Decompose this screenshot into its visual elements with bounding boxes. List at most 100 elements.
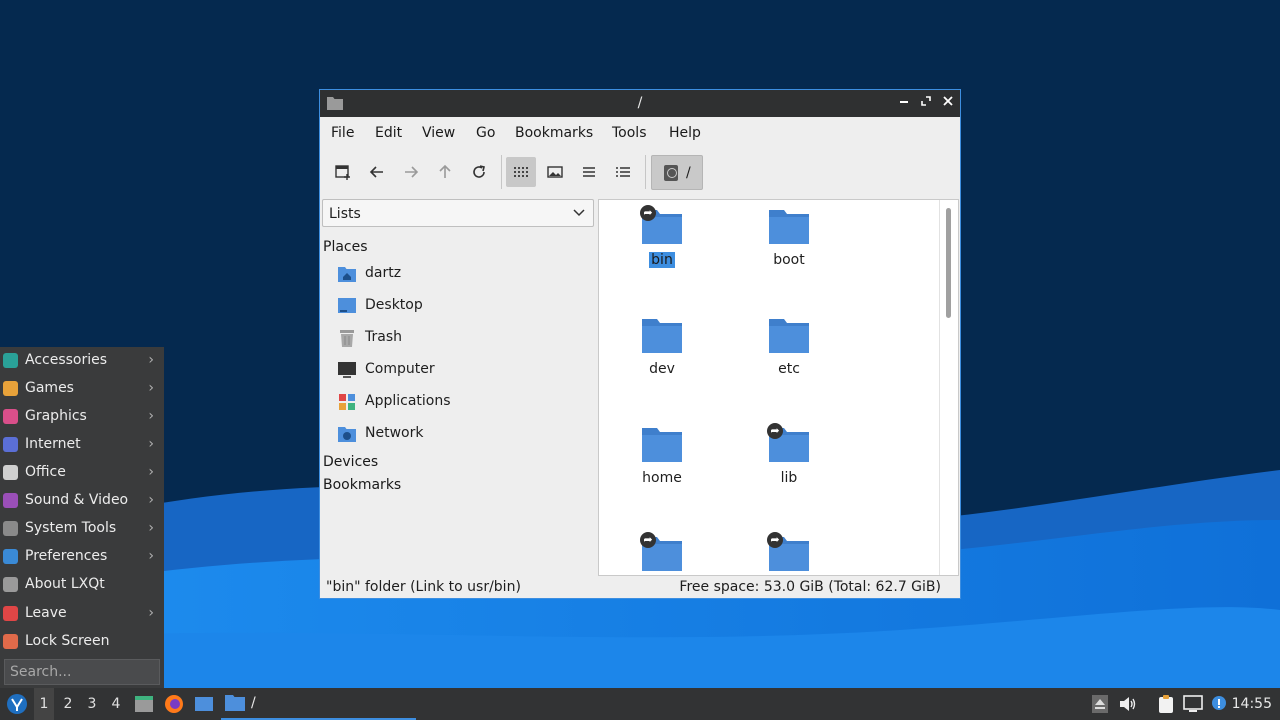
chevron-down-icon: [573, 209, 585, 217]
close-icon: [943, 96, 953, 106]
place-applications[interactable]: Applications: [336, 388, 594, 416]
file-item[interactable]: boot: [739, 200, 839, 290]
desktop-switch-4[interactable]: 4: [106, 688, 126, 720]
file-item[interactable]: dev: [612, 309, 712, 399]
menu-search-input[interactable]: [4, 659, 160, 685]
place-desktop[interactable]: Desktop: [336, 292, 594, 320]
start-menu-item-preferences[interactable]: Preferences ›: [0, 543, 164, 571]
file-name: lib: [780, 470, 798, 486]
bookmarks-header[interactable]: Bookmarks: [323, 477, 401, 493]
place-network[interactable]: Network: [336, 420, 594, 448]
start-menu-item-office[interactable]: Office ›: [0, 459, 164, 487]
reload-button[interactable]: [464, 157, 494, 187]
menu-go[interactable]: Go: [476, 125, 495, 141]
menu-tools[interactable]: Tools: [612, 125, 647, 141]
place-computer[interactable]: Computer: [336, 356, 594, 384]
start-menu-item-graphics[interactable]: Graphics ›: [0, 403, 164, 431]
preferences-icon: [3, 549, 18, 564]
clipboard-button[interactable]: [1155, 688, 1177, 720]
file-manager-launcher[interactable]: [192, 688, 216, 720]
start-menu-item-label: Games: [25, 380, 74, 396]
network-wired-icon: [1183, 695, 1203, 712]
devices-header[interactable]: Devices: [323, 454, 378, 470]
scrollbar-track: [939, 200, 940, 575]
desktop-switch-3[interactable]: 3: [82, 688, 102, 720]
file-item[interactable]: ➦ bin: [612, 200, 712, 290]
folder-icon: [769, 319, 809, 353]
title-bar[interactable]: /: [320, 90, 960, 117]
clock[interactable]: 14:55: [1232, 696, 1272, 712]
file-icon-view[interactable]: ➦ bin boot dev etc home ➦ lib ➦ ➦: [598, 199, 959, 576]
place-home[interactable]: dartz: [336, 260, 594, 288]
file-name: boot: [773, 252, 805, 268]
side-pane-mode-select[interactable]: Lists: [322, 199, 594, 227]
new-tab-button[interactable]: [328, 157, 358, 187]
file-item[interactable]: ➦: [612, 527, 712, 575]
firefox-icon: [165, 695, 183, 713]
desktop-switch-2[interactable]: 2: [58, 688, 78, 720]
forward-button[interactable]: [396, 157, 426, 187]
firefox-launcher[interactable]: [162, 688, 186, 720]
file-item[interactable]: home: [612, 418, 712, 508]
desktop-switch-1[interactable]: 1: [34, 688, 54, 720]
volume-button[interactable]: [1117, 688, 1139, 720]
start-menu-item-system-tools[interactable]: System Tools ›: [0, 515, 164, 543]
arrow-left-icon: [369, 166, 383, 178]
maximize-button[interactable]: [917, 94, 935, 112]
main-menu-button[interactable]: [3, 688, 31, 720]
start-menu-item-about-lxqt[interactable]: About LXQt: [0, 571, 164, 599]
place-trash[interactable]: Trash: [336, 324, 594, 352]
menu-file[interactable]: File: [331, 125, 354, 141]
thumbnail-view-button[interactable]: [540, 157, 570, 187]
detailed-list-icon: [616, 167, 630, 177]
menu-help[interactable]: Help: [669, 125, 701, 141]
start-menu-item-internet[interactable]: Internet ›: [0, 431, 164, 459]
start-menu-item-label: Preferences: [25, 548, 108, 564]
vertical-scrollbar[interactable]: [946, 208, 951, 318]
start-menu-item-leave[interactable]: Leave ›: [0, 600, 164, 628]
path-button-root[interactable]: /: [651, 155, 703, 190]
menu-view[interactable]: View: [422, 125, 455, 141]
start-menu-item-sound-video[interactable]: Sound & Video ›: [0, 487, 164, 515]
minimize-button[interactable]: [895, 94, 913, 112]
place-label: Desktop: [365, 297, 423, 313]
network-tray-button[interactable]: [1181, 688, 1205, 720]
start-menu-item-games[interactable]: Games ›: [0, 375, 164, 403]
file-item[interactable]: ➦ lib: [739, 418, 839, 508]
detailed-view-button[interactable]: [608, 157, 638, 187]
taskbar-window-button[interactable]: /: [221, 688, 416, 720]
computer-icon: [338, 362, 356, 378]
side-pane-mode-value: Lists: [329, 206, 361, 222]
power-icon: [3, 606, 18, 621]
window-title: /: [637, 95, 643, 111]
file-name: home: [642, 470, 682, 486]
notifications-button[interactable]: [1208, 688, 1230, 720]
list-icon: [583, 167, 595, 177]
taskbar-window-title: /: [251, 695, 256, 711]
menu-bookmarks[interactable]: Bookmarks: [515, 125, 593, 141]
toolbar: /: [320, 149, 960, 197]
start-menu-item-lock-screen[interactable]: Lock Screen: [0, 628, 164, 656]
tray-eject-button[interactable]: [1090, 688, 1110, 720]
start-menu-item-label: System Tools: [25, 520, 117, 536]
places-header[interactable]: Places: [323, 239, 368, 255]
symlink-badge-icon: ➦: [640, 532, 656, 548]
show-desktop-button[interactable]: [132, 688, 156, 720]
toolbar-separator: [501, 155, 502, 189]
file-item[interactable]: ➦: [739, 527, 839, 575]
up-button[interactable]: [430, 157, 460, 187]
start-menu-item-accessories[interactable]: Accessories ›: [0, 347, 164, 375]
file-name: dev: [649, 361, 675, 377]
icon-view-button[interactable]: [506, 157, 536, 187]
place-label: Computer: [365, 361, 435, 377]
menu-edit[interactable]: Edit: [375, 125, 402, 141]
chevron-right-icon: ›: [148, 408, 154, 424]
close-button[interactable]: [939, 94, 957, 112]
start-menu-item-label: Office: [25, 464, 66, 480]
chevron-right-icon: ›: [148, 436, 154, 452]
file-item[interactable]: etc: [739, 309, 839, 399]
compact-view-button[interactable]: [574, 157, 604, 187]
lxqt-logo-icon: [7, 694, 27, 714]
taskbar: 1 2 3 4 / 14:55: [0, 688, 1280, 720]
back-button[interactable]: [362, 157, 392, 187]
